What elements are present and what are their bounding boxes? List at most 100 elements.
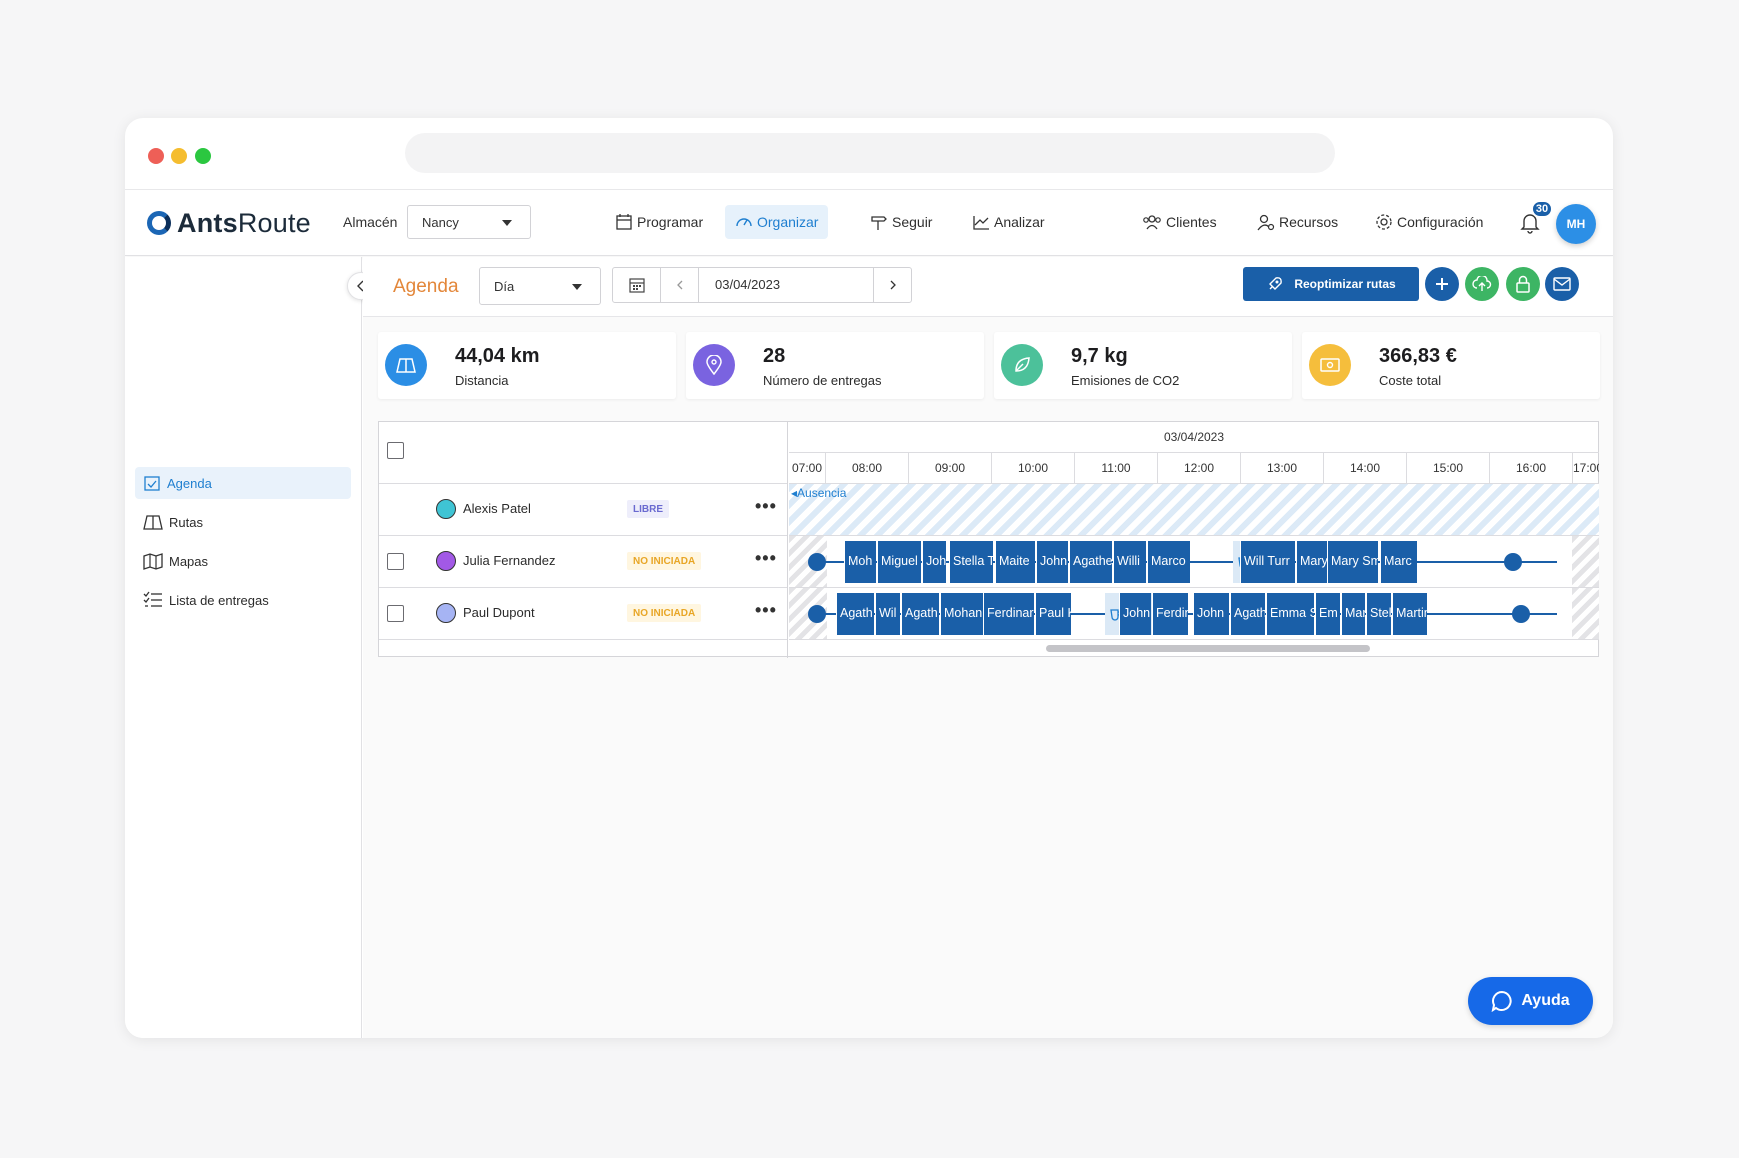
address-bar[interactable] xyxy=(405,133,1335,173)
delivery-task-block[interactable]: Paul K xyxy=(1035,593,1071,635)
calendar-icon xyxy=(628,278,645,293)
nav-clientes[interactable]: Clientes xyxy=(1132,205,1227,239)
user-avatar[interactable]: MH xyxy=(1556,204,1596,244)
date-value[interactable]: 03/04/2023 xyxy=(715,277,780,292)
resource-row[interactable]: Alexis Patel LIBRE ••• xyxy=(379,483,787,535)
row-checkbox[interactable] xyxy=(387,553,404,570)
delivery-task-block[interactable]: Mar xyxy=(1341,593,1365,635)
resource-row[interactable]: Julia Fernandez NO INICIADA ••• xyxy=(379,535,787,587)
route-end-marker[interactable] xyxy=(1512,605,1530,623)
maximize-window-button[interactable] xyxy=(195,148,211,164)
sidebar-item-lista-de-entregas[interactable]: Lista de entregas xyxy=(135,584,351,616)
delivery-task-block[interactable]: Ferdinar xyxy=(983,593,1034,635)
lock-button[interactable] xyxy=(1506,267,1540,301)
nav-organizar[interactable]: Organizar xyxy=(725,205,829,239)
horizontal-scrollbar[interactable] xyxy=(1046,645,1370,652)
signpost-icon xyxy=(871,216,887,230)
delivery-task-block[interactable]: Stella T xyxy=(949,541,993,583)
sidebar-item-label: Agenda xyxy=(167,475,212,491)
delivery-task-block[interactable]: John xyxy=(1193,593,1229,635)
delivery-task-block[interactable]: Moh xyxy=(844,541,876,583)
absence-label: ◂Ausencia xyxy=(791,486,847,500)
next-day-button[interactable] xyxy=(873,268,911,302)
sidebar-item-agenda[interactable]: Agenda xyxy=(135,467,351,499)
lock-icon xyxy=(1516,275,1530,293)
delivery-task-block[interactable]: Marc xyxy=(1380,541,1417,583)
add-button[interactable] xyxy=(1425,267,1459,301)
delivery-task-block[interactable]: John xyxy=(1119,593,1151,635)
timeline-row: AgathWilAgathMohanFerdinarPaul KJohnFerd… xyxy=(789,587,1599,639)
help-button[interactable]: Ayuda xyxy=(1468,977,1593,1025)
notification-count-badge: 30 xyxy=(1531,200,1553,218)
delivery-task-block[interactable]: Maite xyxy=(995,541,1035,583)
cloud-upload-button[interactable] xyxy=(1465,267,1499,301)
stat-icon-bg xyxy=(693,344,735,386)
agenda-icon xyxy=(144,476,160,491)
previous-day-button[interactable] xyxy=(661,268,699,302)
delivery-task-block[interactable]: Emma S xyxy=(1266,593,1314,635)
users-icon xyxy=(1143,215,1161,230)
resource-row[interactable]: Paul Dupont NO INICIADA ••• xyxy=(379,587,787,639)
calendar-picker-button[interactable] xyxy=(613,268,661,302)
delivery-task-block[interactable]: Will Turr xyxy=(1240,541,1295,583)
minimize-window-button[interactable] xyxy=(171,148,187,164)
list-icon xyxy=(143,591,162,607)
route-start-marker[interactable] xyxy=(808,605,826,623)
sidebar-item-label: Mapas xyxy=(169,553,209,569)
help-label: Ayuda xyxy=(1521,992,1570,1009)
delivery-task-block[interactable]: Willi xyxy=(1113,541,1146,583)
delivery-task-block[interactable]: Agath xyxy=(836,593,874,635)
nav-programar[interactable]: Programar xyxy=(605,205,713,239)
antsroute-logo[interactable]: AntsRoute xyxy=(147,208,311,238)
almacen-select[interactable]: Nancy xyxy=(407,205,531,239)
hour-label: 10:00 xyxy=(991,453,1074,484)
nav-programar-label: Programar xyxy=(637,214,704,230)
absence-block[interactable]: ◂Ausencia xyxy=(789,484,1599,535)
resource-color-dot xyxy=(436,603,456,623)
chat-bubble-icon xyxy=(1491,990,1512,1012)
delivery-task-block[interactable]: Mohan xyxy=(940,593,983,635)
delivery-task-block[interactable]: Martin xyxy=(1392,593,1427,635)
delivery-task-block[interactable]: Agathe xyxy=(1069,541,1112,583)
delivery-task-block[interactable]: Marco : xyxy=(1147,541,1190,583)
timeline-date: 03/04/2023 xyxy=(1163,430,1225,444)
timeline: 03/04/2023 07:00 08:00 09:00 10:00 11:00… xyxy=(789,422,1599,658)
delivery-task-block[interactable]: Stel xyxy=(1366,593,1391,635)
nav-analizar[interactable]: Analizar xyxy=(962,205,1055,239)
hour-label: 07:00 xyxy=(789,453,825,484)
route-end-marker[interactable] xyxy=(1504,553,1522,571)
send-email-button[interactable] xyxy=(1545,267,1579,301)
delivery-task-block[interactable]: Agath xyxy=(1230,593,1265,635)
delivery-task-block[interactable]: John xyxy=(1036,541,1068,583)
app-window: AntsRoute Almacén Nancy Programar Organi… xyxy=(125,118,1613,1038)
nav-clientes-label: Clientes xyxy=(1166,214,1217,230)
more-options-button[interactable]: ••• xyxy=(755,496,777,517)
nav-recursos[interactable]: Recursos xyxy=(1247,205,1348,239)
sidebar-item-rutas[interactable]: Rutas xyxy=(135,506,351,538)
delivery-task-block[interactable]: Joh xyxy=(922,541,946,583)
sidebar-item-mapas[interactable]: Mapas xyxy=(135,545,351,577)
row-checkbox[interactable] xyxy=(387,605,404,622)
delivery-task-block[interactable]: Wil xyxy=(875,593,900,635)
delivery-task-block[interactable]: Miguel xyxy=(877,541,921,583)
delivery-task-block[interactable]: Agath xyxy=(901,593,939,635)
delivery-task-block[interactable]: Ferdin xyxy=(1152,593,1188,635)
nav-configuracion[interactable]: Configuración xyxy=(1365,205,1493,239)
stat-value: 44,04 km xyxy=(455,345,540,367)
more-options-button[interactable]: ••• xyxy=(755,600,777,621)
nav-analizar-label: Analizar xyxy=(994,214,1045,230)
timeline-row: Moh Miguel Joh Stella T Maite John Agathe Willi… xyxy=(789,535,1599,587)
route-start-marker[interactable] xyxy=(808,553,826,571)
more-options-button[interactable]: ••• xyxy=(755,548,777,569)
delivery-task-block[interactable]: Mary xyxy=(1296,541,1327,583)
delivery-task-block[interactable]: Em xyxy=(1315,593,1340,635)
calendar-icon xyxy=(616,214,632,230)
delivery-task-block[interactable]: Mary Sm xyxy=(1327,541,1378,583)
reoptimize-routes-button[interactable]: Reoptimizar rutas xyxy=(1243,267,1419,301)
view-select-value: Día xyxy=(494,278,515,294)
nav-seguir[interactable]: Seguir xyxy=(860,205,942,239)
close-window-button[interactable] xyxy=(148,148,164,164)
select-all-checkbox[interactable] xyxy=(387,442,404,459)
stat-icon-bg xyxy=(385,344,427,386)
view-select[interactable]: Día xyxy=(479,267,601,305)
